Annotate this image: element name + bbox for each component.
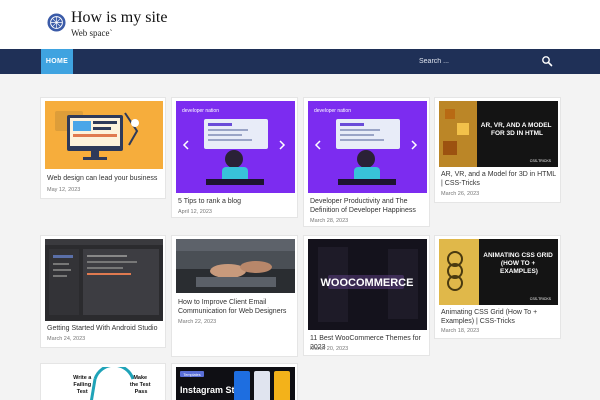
site-title[interactable]: How is my site — [71, 9, 167, 27]
globe-logo-icon[interactable] — [47, 13, 66, 32]
post-title[interactable]: 5 Tips to rank a blog — [178, 197, 294, 206]
image-badge-text: Templates — [183, 373, 200, 377]
post-date: May 12, 2023 — [47, 187, 81, 193]
post-date: March 28, 2023 — [310, 218, 349, 224]
image-text-line: Write a — [73, 375, 92, 381]
post-title[interactable]: Web design can lead your business — [47, 174, 163, 183]
post-date: March 24, 2023 — [47, 336, 86, 342]
post-thumbnail[interactable]: developer nation — [176, 101, 295, 193]
post-thumbnail[interactable]: Write a Failing Test Make the Test Pass — [45, 367, 163, 400]
post-date: March 20, 2023 — [310, 346, 349, 352]
image-logo-text: WOOCOMMERCE — [321, 277, 414, 289]
image-text-line: the Test — [130, 382, 151, 388]
post-card: Web design can lead your business May 12… — [40, 97, 166, 199]
post-card: Write a Failing Test Make the Test Pass — [40, 363, 166, 400]
main-navigation: HOME — [0, 49, 600, 74]
post-thumbnail[interactable] — [176, 239, 295, 293]
image-badge-text: developer nation — [182, 108, 219, 114]
image-text-line: Pass — [135, 389, 148, 395]
post-date: March 26, 2023 — [441, 191, 480, 197]
post-thumbnail[interactable]: developer nation — [308, 101, 427, 193]
post-thumbnail[interactable]: Templates Instagram Stra — [176, 367, 295, 400]
image-badge-text: developer nation — [314, 108, 351, 114]
image-text-line: Make — [133, 375, 147, 381]
post-card: ANIMATING CSS GRID (HOW TO + EXAMPLES) C… — [434, 235, 561, 339]
image-text-line: Test — [77, 389, 88, 395]
post-thumbnail[interactable]: AR, VR, AND A MODEL FOR 3D IN HTML CSS-T… — [439, 101, 558, 167]
post-date: April 12, 2023 — [178, 209, 212, 215]
nav-home-link[interactable]: HOME — [41, 49, 73, 74]
image-tag-text: CSS-TRICKS — [530, 159, 552, 163]
post-title[interactable]: Developer Productivity and The Definitio… — [310, 197, 426, 215]
post-thumbnail[interactable] — [45, 101, 163, 169]
search-icon[interactable] — [541, 55, 553, 67]
post-title[interactable]: How to Improve Client Email Communicatio… — [178, 298, 294, 316]
post-thumbnail[interactable] — [45, 239, 163, 321]
post-date: March 22, 2023 — [178, 319, 217, 325]
post-date: March 18, 2023 — [441, 328, 480, 334]
post-card: AR, VR, AND A MODEL FOR 3D IN HTML CSS-T… — [434, 97, 561, 203]
post-card: Getting Started With Android Studio Marc… — [40, 235, 166, 348]
svg-text:AR, VR, AND A MODEL FO: AR, VR, AND A MODEL FOR 3D IN HTML — [481, 122, 553, 137]
post-title[interactable]: AR, VR, and a Model for 3D in HTML | CSS… — [441, 170, 557, 188]
post-title[interactable]: Animating CSS Grid (How To + Examples) |… — [441, 308, 557, 326]
post-card: Templates Instagram Stra — [171, 363, 298, 400]
post-thumbnail[interactable]: WOOCOMMERCE — [308, 239, 427, 330]
post-title[interactable]: Getting Started With Android Studio — [47, 324, 163, 333]
site-header: How is my site Web space` — [0, 0, 600, 49]
post-thumbnail[interactable]: ANIMATING CSS GRID (HOW TO + EXAMPLES) C… — [439, 239, 558, 305]
post-card: developer nation Developer Productivity … — [303, 97, 430, 227]
search-input[interactable] — [419, 53, 537, 69]
site-tagline: Web space` — [71, 28, 113, 38]
post-card: WOOCOMMERCE 11 Best WooCommerce Themes f… — [303, 235, 430, 356]
image-text-line: Failing — [73, 382, 91, 388]
post-card: developer nation 5 Tips to rank a blog A… — [171, 97, 298, 218]
post-card: How to Improve Client Email Communicatio… — [171, 235, 298, 357]
image-tag-text: CSS-TRICKS — [530, 297, 552, 301]
